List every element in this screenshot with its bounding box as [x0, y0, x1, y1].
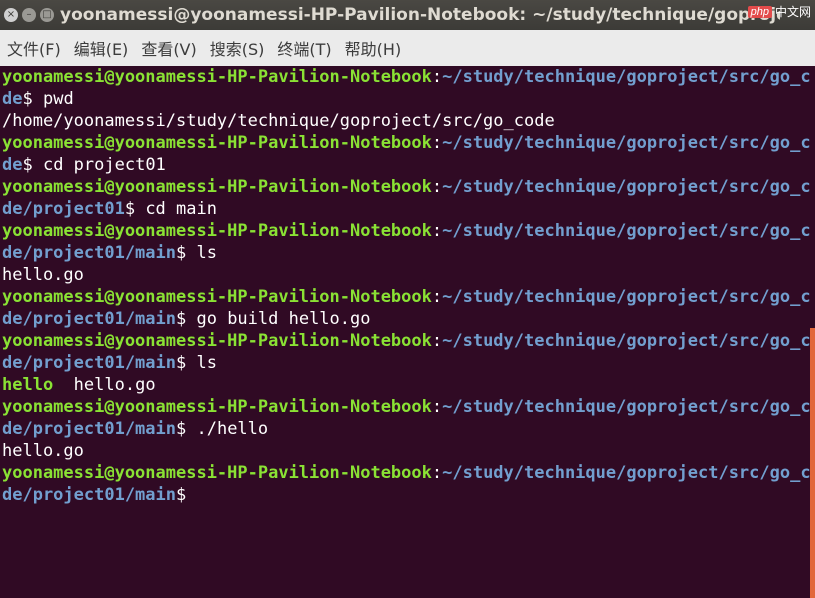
prompt-line-continued: de/project01$ cd main — [2, 198, 810, 220]
prompt-separator: : — [431, 67, 443, 87]
title-bar[interactable]: × – □ yoonamessi@yoonamessi-HP-Pavilion-… — [0, 0, 815, 30]
prompt-line-continued: de/project01/main$ — [2, 484, 810, 506]
prompt-path: ~/study/technique/goproject/src/go_co — [442, 177, 810, 197]
output-line: hello.go — [2, 264, 810, 286]
watermark-logo: php — [747, 5, 772, 18]
menu-edit[interactable]: 编辑(E) — [67, 36, 135, 60]
prompt-dollar: $ — [176, 485, 187, 505]
minimize-button[interactable]: – — [22, 8, 36, 22]
scrollbar-thumb[interactable] — [810, 328, 815, 598]
prompt-path: ~/study/technique/goproject/src/go_co — [442, 463, 810, 483]
command-text: go build hello.go — [196, 309, 371, 329]
prompt-path: de/project01/main — [2, 309, 176, 329]
terminal-output[interactable]: yoonamessi@yoonamessi-HP-Pavilion-Notebo… — [0, 66, 810, 598]
prompt-user-host: yoonamessi@yoonamessi-HP-Pavilion-Notebo… — [2, 133, 432, 153]
prompt-line-continued: de/project01/main$ ls — [2, 352, 810, 374]
prompt-line: yoonamessi@yoonamessi-HP-Pavilion-Notebo… — [2, 176, 810, 198]
prompt-line: yoonamessi@yoonamessi-HP-Pavilion-Notebo… — [2, 132, 810, 154]
prompt-path: de/project01/main — [2, 485, 176, 505]
output-text: /home/yoonamessi/study/technique/goproje… — [2, 111, 555, 131]
window-title: yoonamessi@yoonamessi-HP-Pavilion-Notebo… — [60, 5, 780, 25]
prompt-separator: : — [431, 287, 443, 307]
prompt-line-continued: de$ cd project01 — [2, 154, 810, 176]
output-text: hello.go — [2, 441, 84, 461]
prompt-path: ~/study/technique/goproject/src/go_co — [442, 67, 810, 87]
prompt-path: ~/study/technique/goproject/src/go_co — [442, 331, 810, 351]
prompt-separator: : — [431, 463, 443, 483]
menu-search[interactable]: 搜索(S) — [203, 36, 271, 60]
output-text: hello.go — [2, 265, 84, 285]
prompt-dollar: $ — [176, 353, 197, 373]
watermark: php 中文网 — [747, 3, 811, 20]
prompt-separator: : — [431, 397, 443, 417]
output-line: hello.go — [2, 440, 810, 462]
prompt-line-continued: de/project01/main$ go build hello.go — [2, 308, 810, 330]
prompt-path: de/project01 — [2, 199, 125, 219]
prompt-dollar: $ — [176, 309, 197, 329]
prompt-user-host: yoonamessi@yoonamessi-HP-Pavilion-Notebo… — [2, 177, 432, 197]
terminal-window: × – □ yoonamessi@yoonamessi-HP-Pavilion-… — [0, 0, 815, 598]
prompt-user-host: yoonamessi@yoonamessi-HP-Pavilion-Notebo… — [2, 463, 432, 483]
menu-view[interactable]: 查看(V) — [134, 36, 202, 60]
watermark-text: 中文网 — [774, 5, 811, 19]
prompt-path: ~/study/technique/goproject/src/go_co — [442, 221, 810, 241]
prompt-dollar: $ — [22, 155, 43, 175]
regular-file: hello.go — [73, 375, 156, 395]
prompt-dollar: $ — [22, 89, 43, 109]
prompt-user-host: yoonamessi@yoonamessi-HP-Pavilion-Notebo… — [2, 397, 432, 417]
close-icon: × — [6, 9, 16, 20]
output-line: hello hello.go — [2, 374, 810, 396]
menu-help[interactable]: 帮助(H) — [338, 36, 408, 60]
close-button[interactable]: × — [4, 8, 18, 22]
prompt-path: de/project01/main — [2, 353, 176, 373]
prompt-path: de — [2, 89, 23, 109]
scrollbar[interactable] — [810, 66, 815, 598]
minimize-icon: – — [26, 9, 32, 20]
prompt-line-continued: de/project01/main$ ./hello — [2, 418, 810, 440]
prompt-dollar: $ — [176, 243, 197, 263]
prompt-user-host: yoonamessi@yoonamessi-HP-Pavilion-Notebo… — [2, 287, 432, 307]
output-line: /home/yoonamessi/study/technique/goproje… — [2, 110, 810, 132]
output-gap — [53, 375, 73, 395]
prompt-line-continued: de/project01/main$ ls — [2, 242, 810, 264]
terminal-lines: yoonamessi@yoonamessi-HP-Pavilion-Notebo… — [0, 66, 810, 506]
menu-terminal[interactable]: 终端(T) — [270, 36, 337, 60]
prompt-path: de/project01/main — [2, 419, 176, 439]
maximize-icon: □ — [42, 9, 52, 20]
prompt-path: de/project01/main — [2, 243, 176, 263]
prompt-dollar: $ — [124, 199, 146, 219]
command-text: cd project01 — [42, 155, 166, 175]
prompt-line: yoonamessi@yoonamessi-HP-Pavilion-Notebo… — [2, 330, 810, 352]
prompt-line: yoonamessi@yoonamessi-HP-Pavilion-Notebo… — [2, 66, 810, 88]
prompt-separator: : — [431, 331, 443, 351]
command-text: cd main — [145, 199, 217, 219]
prompt-path: ~/study/technique/goproject/src/go_co — [442, 397, 810, 417]
menu-file[interactable]: 文件(F) — [0, 36, 67, 60]
prompt-line: yoonamessi@yoonamessi-HP-Pavilion-Notebo… — [2, 396, 810, 418]
prompt-path: de — [2, 155, 23, 175]
prompt-line: yoonamessi@yoonamessi-HP-Pavilion-Notebo… — [2, 286, 810, 308]
prompt-separator: : — [431, 177, 443, 197]
command-text: ls — [196, 353, 217, 373]
prompt-line-continued: de$ pwd — [2, 88, 810, 110]
prompt-user-host: yoonamessi@yoonamessi-HP-Pavilion-Notebo… — [2, 221, 432, 241]
prompt-separator: : — [431, 133, 443, 153]
maximize-button[interactable]: □ — [40, 8, 54, 22]
prompt-path: ~/study/technique/goproject/src/go_co — [442, 287, 810, 307]
prompt-line: yoonamessi@yoonamessi-HP-Pavilion-Notebo… — [2, 462, 810, 484]
prompt-dollar: $ — [176, 419, 197, 439]
prompt-user-host: yoonamessi@yoonamessi-HP-Pavilion-Notebo… — [2, 331, 432, 351]
command-text: ./hello — [196, 419, 269, 439]
executable-file: hello — [2, 375, 54, 395]
prompt-line: yoonamessi@yoonamessi-HP-Pavilion-Notebo… — [2, 220, 810, 242]
prompt-path: ~/study/technique/goproject/src/go_co — [442, 133, 810, 153]
menu-bar: 文件(F) 编辑(E) 查看(V) 搜索(S) 终端(T) 帮助(H) — [0, 30, 815, 67]
command-text: ls — [196, 243, 217, 263]
prompt-user-host: yoonamessi@yoonamessi-HP-Pavilion-Notebo… — [2, 67, 432, 87]
command-text: pwd — [42, 89, 74, 109]
prompt-separator: : — [431, 221, 443, 241]
